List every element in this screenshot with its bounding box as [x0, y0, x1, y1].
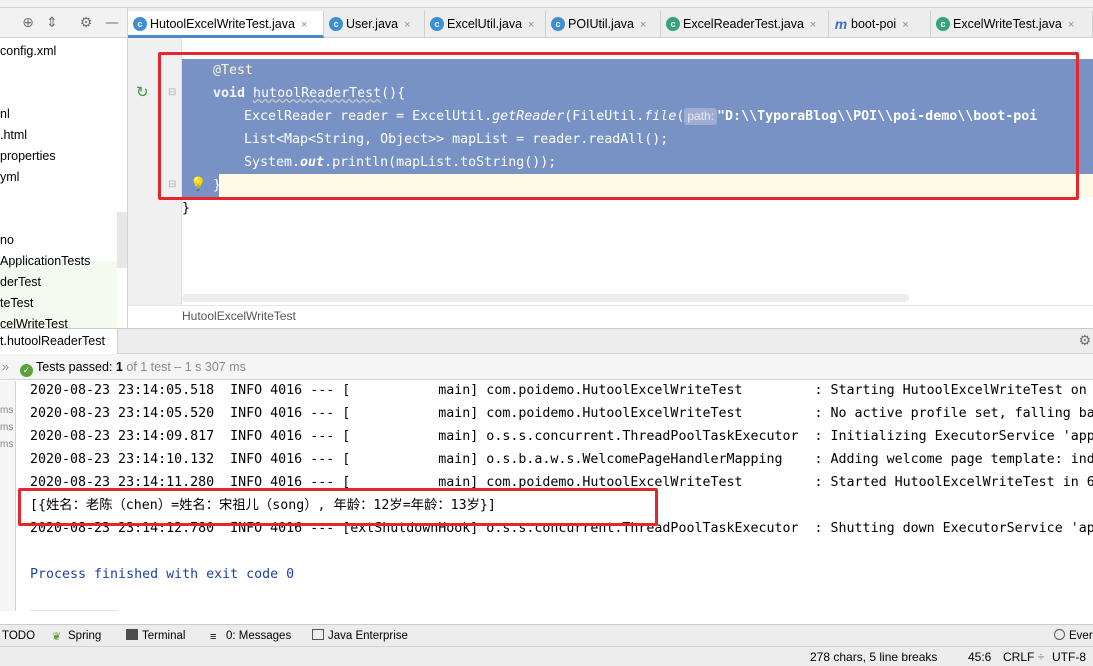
- close-icon[interactable]: ×: [528, 12, 534, 39]
- gear-icon[interactable]: ⚙: [78, 15, 94, 31]
- tree-item[interactable]: no: [0, 230, 14, 250]
- class-icon: c: [329, 17, 343, 31]
- run-window-header: t.hutoolReaderTest ⚙: [0, 328, 1093, 354]
- log-line: 2020-08-23 23:14:09.817 INFO 4016 --- [ …: [30, 429, 1093, 444]
- lightbulb-icon[interactable]: 💡: [190, 177, 206, 192]
- close-icon[interactable]: ×: [902, 12, 908, 39]
- maven-icon: m: [834, 16, 848, 32]
- tree-item[interactable]: properties: [0, 146, 56, 166]
- line-separator[interactable]: CRLF ÷: [1003, 647, 1044, 666]
- messages-tool[interactable]: ≡ 0: Messages: [210, 625, 291, 647]
- param-hint: path:: [684, 108, 718, 125]
- code-line-close-class: }: [182, 201, 191, 216]
- class-icon: c: [430, 17, 444, 31]
- search-icon: [1054, 629, 1065, 640]
- log-line: 2020-08-23 23:14:05.518 INFO 4016 --- [ …: [30, 383, 1087, 398]
- tree-item[interactable]: nl: [0, 104, 10, 124]
- locate-icon[interactable]: ⊕: [20, 15, 36, 31]
- fold-icon[interactable]: ⊟: [168, 87, 176, 98]
- check-icon: ✓: [20, 364, 33, 377]
- tab-user[interactable]: c User.java ×: [324, 11, 425, 38]
- test-class-icon: c: [666, 17, 680, 31]
- test-status-bar: » ✓ Tests passed: 1 of 1 test – 1 s 307 m…: [0, 354, 1093, 380]
- char-count: 278 chars, 5 line breaks: [810, 650, 938, 664]
- tab-boot-poi[interactable]: m boot-poi ×: [829, 11, 931, 38]
- cursor-position[interactable]: 45:6: [968, 647, 991, 666]
- tab-excelwritetest[interactable]: c ExcelWriteTest.java ×: [931, 11, 1093, 38]
- collapse-all-icon[interactable]: ⇕: [44, 15, 60, 31]
- hide-icon[interactable]: —: [104, 15, 120, 31]
- tree-item[interactable]: derTest: [0, 272, 41, 292]
- java-enterprise-icon: [312, 629, 324, 640]
- result-line: [{姓名：老陈（chen）=姓名：宋祖儿（song）, 年龄：12岁=年龄：13…: [30, 498, 496, 513]
- class-icon: c: [133, 17, 147, 31]
- tool-window-bar: TODO ❦ Spring Terminal ≡ 0: Messages Java …: [0, 624, 1093, 646]
- editor-horizontal-scrollbar[interactable]: [182, 294, 909, 302]
- spring-icon: ❦: [52, 631, 62, 643]
- fold-icon[interactable]: ⊟: [168, 179, 176, 190]
- class-icon: c: [551, 17, 565, 31]
- close-icon[interactable]: ×: [1068, 12, 1074, 39]
- code-line-println: System.out.println(mapList.toString());: [182, 151, 1093, 174]
- log-line: 2020-08-23 23:14:11.280 INFO 4016 --- [ …: [30, 475, 1093, 490]
- code-line-readall: List<Map<String, Object>> mapList = read…: [182, 128, 1093, 151]
- console-horizontal-scrollbar[interactable]: [30, 610, 118, 611]
- tree-item[interactable]: ApplicationTests: [0, 251, 90, 271]
- tab-hutoolexcelwritetest[interactable]: c HutoolExcelWriteTest.java ×: [128, 11, 324, 38]
- file-encoding[interactable]: UTF-8: [1052, 647, 1086, 666]
- tree-item[interactable]: config.xml: [0, 41, 56, 61]
- close-icon[interactable]: ×: [301, 12, 307, 39]
- test-tree-gutter: ms ms ms: [0, 381, 16, 611]
- chevron-right-icon[interactable]: »: [2, 354, 9, 380]
- editor-tab-bar: c HutoolExcelWriteTest.java × c User.java…: [128, 8, 1093, 38]
- status-bar: 278 chars, 5 line breaks 45:6 CRLF ÷ UTF…: [0, 646, 1093, 666]
- exit-line: Process finished with exit code 0: [30, 567, 295, 582]
- code-editor[interactable]: ↻ ⊟ ⊟ @Test void hutoolReaderTest(){ Exc…: [128, 38, 1093, 305]
- chevron-down-icon: ÷: [1037, 650, 1045, 664]
- project-panel: ⊕ ⇕ ⚙ — config.xml nl .html properties y…: [0, 8, 128, 332]
- java-enterprise-tool[interactable]: Java Enterprise: [312, 625, 408, 647]
- terminal-tool[interactable]: Terminal: [126, 625, 185, 647]
- messages-icon: ≡: [210, 631, 217, 643]
- code-line-reader: ExcelReader reader = ExcelUtil.getReader…: [182, 105, 1093, 128]
- console-output[interactable]: 2020-08-23 23:14:05.518 INFO 4016 --- [ …: [16, 381, 1093, 611]
- code-line-close-method: }: [182, 174, 1093, 197]
- editor-gutter: ↻ ⊟ ⊟: [128, 38, 182, 305]
- spring-tool[interactable]: ❦ Spring: [52, 625, 101, 647]
- code-line-annotation: @Test: [182, 59, 1093, 82]
- run-tab[interactable]: t.hutoolReaderTest: [0, 329, 118, 354]
- tab-excelutil[interactable]: c ExcelUtil.java ×: [425, 11, 546, 38]
- test-class-icon: c: [936, 17, 950, 31]
- run-test-icon[interactable]: ↻: [136, 83, 149, 101]
- tree-item[interactable]: .html: [0, 125, 27, 145]
- gear-icon[interactable]: ⚙: [1078, 333, 1091, 349]
- tree-item[interactable]: teTest: [0, 293, 33, 313]
- todo-tool[interactable]: TODO: [2, 625, 35, 647]
- top-breadcrumb-strip: [0, 0, 1093, 8]
- log-line: 2020-08-23 23:14:05.520 INFO 4016 --- [ …: [30, 406, 1093, 421]
- terminal-icon: [126, 629, 138, 640]
- log-line: 2020-08-23 23:14:10.132 INFO 4016 --- [ …: [30, 452, 1093, 467]
- tab-excelreadertest[interactable]: c ExcelReaderTest.java ×: [661, 11, 829, 38]
- close-icon[interactable]: ×: [640, 12, 646, 39]
- log-line: 2020-08-23 23:14:12.780 INFO 4016 --- [e…: [30, 521, 1093, 536]
- event-log-tool[interactable]: Ever: [1054, 625, 1093, 647]
- project-scrollbar[interactable]: [117, 212, 127, 268]
- editor-breadcrumb[interactable]: HutoolExcelWriteTest: [128, 305, 1093, 325]
- close-icon[interactable]: ×: [810, 12, 816, 39]
- project-toolbar: ⊕ ⇕ ⚙ —: [0, 8, 127, 38]
- tree-item[interactable]: yml: [0, 167, 19, 187]
- close-icon[interactable]: ×: [404, 12, 410, 39]
- tab-poiutil[interactable]: c POIUtil.java ×: [546, 11, 661, 38]
- code-line-method: void hutoolReaderTest(){: [182, 82, 1093, 105]
